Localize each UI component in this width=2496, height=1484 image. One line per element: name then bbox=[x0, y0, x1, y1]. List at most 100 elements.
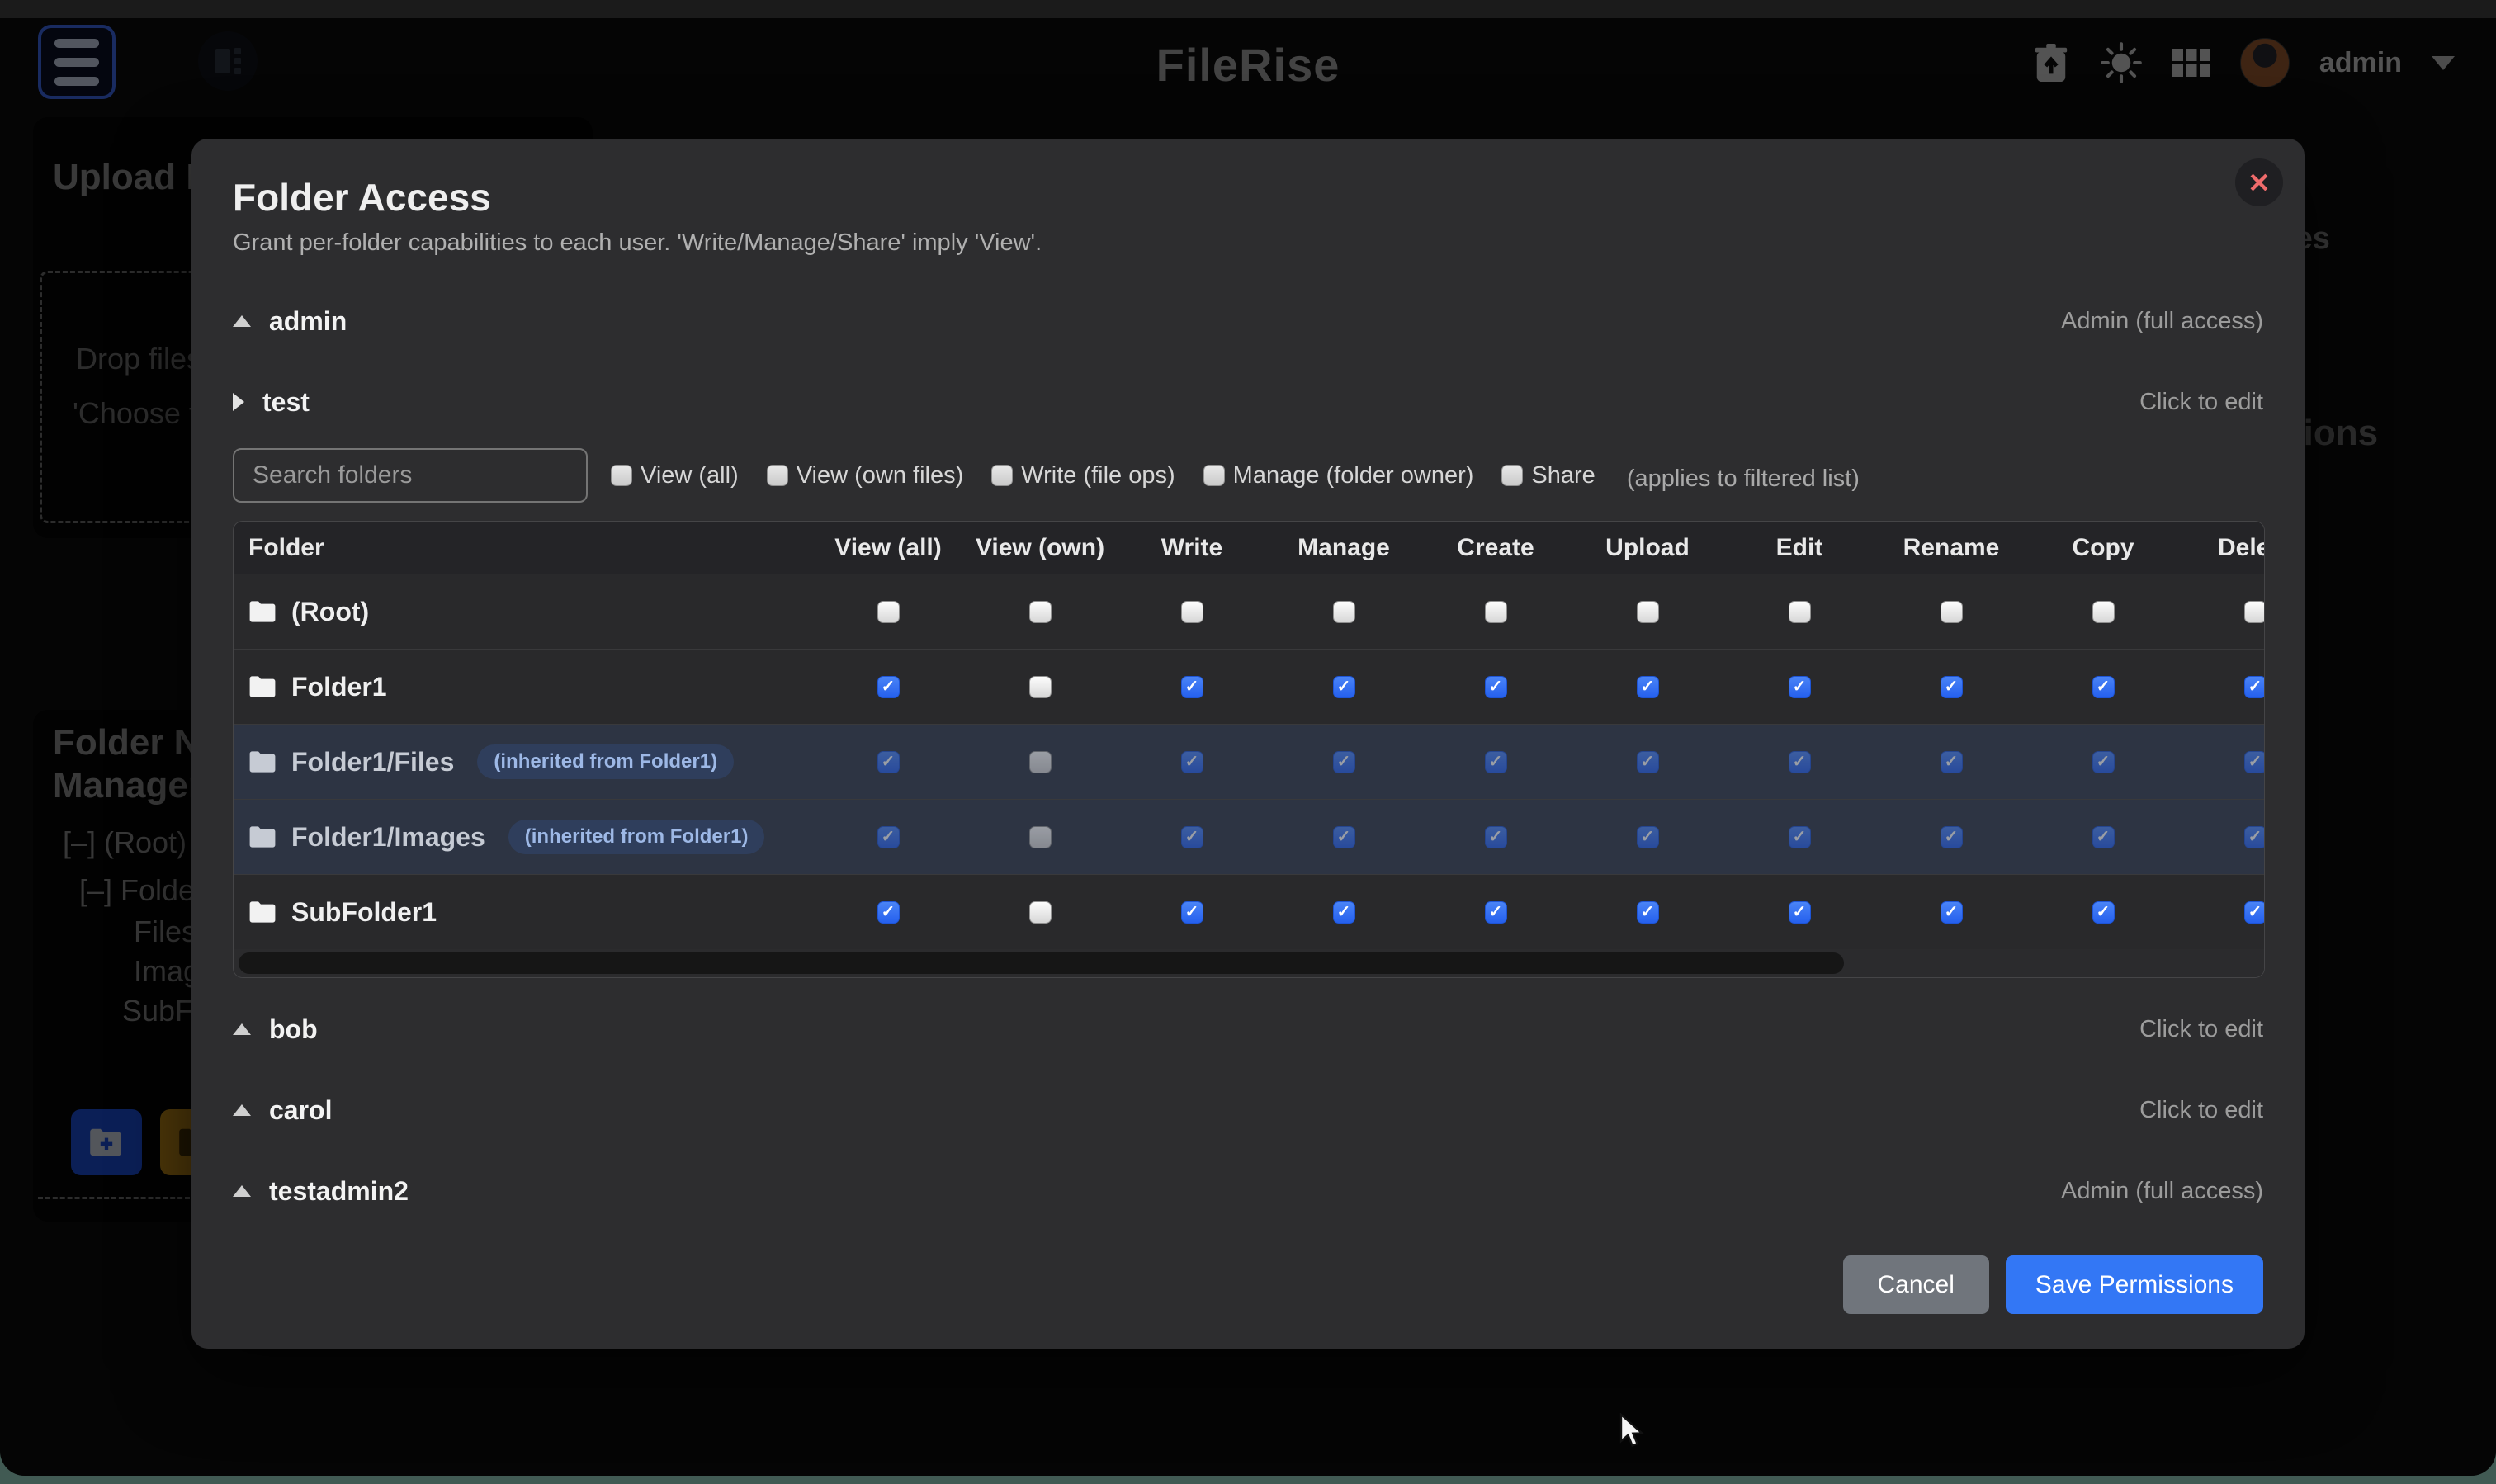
permission-cell bbox=[2027, 901, 2179, 924]
permission-cell bbox=[812, 826, 964, 848]
user-status: Click to edit bbox=[2139, 1097, 2263, 1124]
permission-cell bbox=[1268, 601, 1420, 623]
column-header: Write bbox=[1116, 534, 1268, 562]
permission-checkbox[interactable] bbox=[2244, 901, 2266, 924]
permission-checkbox[interactable] bbox=[1485, 901, 1507, 924]
permission-checkbox[interactable] bbox=[1941, 601, 1963, 623]
permission-checkbox[interactable] bbox=[1637, 826, 1659, 848]
permission-checkbox[interactable] bbox=[1333, 601, 1355, 623]
close-icon: ✕ bbox=[2248, 167, 2271, 199]
permission-checkbox[interactable] bbox=[1181, 751, 1203, 773]
permission-checkbox[interactable] bbox=[2092, 676, 2115, 698]
permission-checkbox[interactable] bbox=[1941, 901, 1963, 924]
filter-item: Write (file ops) bbox=[991, 462, 1175, 489]
permission-checkbox[interactable] bbox=[1029, 601, 1052, 623]
permission-checkbox[interactable] bbox=[1941, 826, 1963, 848]
permission-cell bbox=[812, 901, 964, 924]
filter-label: Write (file ops) bbox=[1021, 462, 1175, 489]
permission-checkbox[interactable] bbox=[1333, 676, 1355, 698]
permission-checkbox[interactable] bbox=[1333, 751, 1355, 773]
permission-checkbox[interactable] bbox=[1789, 676, 1811, 698]
search-folders-input[interactable] bbox=[233, 448, 588, 503]
permission-checkbox[interactable] bbox=[1181, 901, 1203, 924]
permission-cell bbox=[1875, 601, 2027, 623]
permission-cell bbox=[1723, 676, 1875, 698]
permission-checkbox[interactable] bbox=[1333, 901, 1355, 924]
permission-checkbox[interactable] bbox=[877, 676, 900, 698]
permission-checkbox[interactable] bbox=[2092, 751, 2115, 773]
filter-checkbox[interactable] bbox=[1501, 465, 1523, 486]
permission-checkbox[interactable] bbox=[2092, 826, 2115, 848]
permission-checkbox[interactable] bbox=[1637, 901, 1659, 924]
permission-cell bbox=[1116, 751, 1268, 773]
permission-checkbox[interactable] bbox=[877, 826, 900, 848]
permission-cell bbox=[1420, 826, 1572, 848]
horizontal-scrollbar-track[interactable] bbox=[234, 949, 2264, 977]
column-header: Edit bbox=[1723, 534, 1875, 562]
permission-checkbox[interactable] bbox=[1789, 751, 1811, 773]
user-row-testadmin2[interactable]: testadmin2 Admin (full access) bbox=[233, 1165, 2263, 1217]
folder-icon bbox=[248, 900, 277, 924]
permission-cell bbox=[1723, 826, 1875, 848]
user-row-admin[interactable]: admin Admin (full access) bbox=[233, 295, 2263, 347]
permission-checkbox[interactable] bbox=[1029, 676, 1052, 698]
permission-checkbox[interactable] bbox=[2092, 901, 2115, 924]
permission-checkbox[interactable] bbox=[1485, 676, 1507, 698]
save-permissions-button[interactable]: Save Permissions bbox=[2006, 1255, 2263, 1314]
column-header: Copy bbox=[2027, 534, 2179, 562]
filter-checkbox[interactable] bbox=[991, 465, 1013, 486]
user-row-carol[interactable]: carol Click to edit bbox=[233, 1084, 2263, 1137]
permission-checkbox[interactable] bbox=[1637, 601, 1659, 623]
close-button[interactable]: ✕ bbox=[2235, 158, 2283, 206]
permission-checkbox[interactable] bbox=[1029, 751, 1052, 773]
permission-checkbox[interactable] bbox=[1789, 601, 1811, 623]
column-header: Manage bbox=[1268, 534, 1420, 562]
permission-checkbox[interactable] bbox=[2244, 676, 2266, 698]
permission-checkbox[interactable] bbox=[1333, 826, 1355, 848]
permission-checkbox[interactable] bbox=[1181, 601, 1203, 623]
permission-checkbox[interactable] bbox=[1181, 676, 1203, 698]
permission-checkbox[interactable] bbox=[1485, 751, 1507, 773]
permission-checkbox[interactable] bbox=[2092, 601, 2115, 623]
permission-checkbox[interactable] bbox=[1485, 826, 1507, 848]
permission-checkbox[interactable] bbox=[1029, 901, 1052, 924]
permission-cell bbox=[1420, 601, 1572, 623]
permission-checkbox[interactable] bbox=[2244, 826, 2266, 848]
permission-checkbox[interactable] bbox=[2244, 601, 2266, 623]
permission-cell bbox=[1116, 826, 1268, 848]
permission-cell bbox=[1875, 826, 2027, 848]
permission-cell bbox=[1723, 601, 1875, 623]
permission-checkbox[interactable] bbox=[2244, 751, 2266, 773]
folder-cell: Folder1 bbox=[234, 672, 812, 702]
permission-checkbox[interactable] bbox=[1637, 751, 1659, 773]
permission-checkbox[interactable] bbox=[877, 901, 900, 924]
permission-cell bbox=[2179, 601, 2265, 623]
permission-checkbox[interactable] bbox=[1941, 676, 1963, 698]
table-header-row: FolderView (all)View (own)WriteManageCre… bbox=[234, 522, 2265, 574]
modal-footer: Cancel Save Permissions bbox=[233, 1255, 2263, 1314]
filter-checkbox[interactable] bbox=[767, 465, 788, 486]
permission-checkbox[interactable] bbox=[1181, 826, 1203, 848]
filter-checkbox[interactable] bbox=[611, 465, 632, 486]
user-row-bob[interactable]: bob Click to edit bbox=[233, 1003, 2263, 1056]
inherited-badge: (inherited from Folder1) bbox=[508, 820, 765, 854]
permission-checkbox[interactable] bbox=[1485, 601, 1507, 623]
cancel-button[interactable]: Cancel bbox=[1843, 1255, 1989, 1314]
folder-filter-bar: View (all)View (own files)Write (file op… bbox=[233, 448, 2263, 503]
permission-checkbox[interactable] bbox=[1029, 826, 1052, 848]
permission-checkbox[interactable] bbox=[1789, 826, 1811, 848]
permission-checkbox[interactable] bbox=[1789, 901, 1811, 924]
permission-checkbox[interactable] bbox=[877, 601, 900, 623]
filter-label: Manage (folder owner) bbox=[1233, 462, 1474, 489]
permission-cell bbox=[1723, 901, 1875, 924]
permission-checkbox[interactable] bbox=[1637, 676, 1659, 698]
column-header: Delete bbox=[2179, 534, 2265, 562]
permission-checkbox[interactable] bbox=[1941, 751, 1963, 773]
filter-label: View (own files) bbox=[797, 462, 964, 489]
permission-cell bbox=[2179, 826, 2265, 848]
permission-cell bbox=[1875, 676, 2027, 698]
horizontal-scrollbar-thumb[interactable] bbox=[239, 952, 1844, 974]
user-row-test[interactable]: test Click to edit bbox=[233, 376, 2263, 428]
permission-checkbox[interactable] bbox=[877, 751, 900, 773]
filter-checkbox[interactable] bbox=[1203, 465, 1225, 486]
